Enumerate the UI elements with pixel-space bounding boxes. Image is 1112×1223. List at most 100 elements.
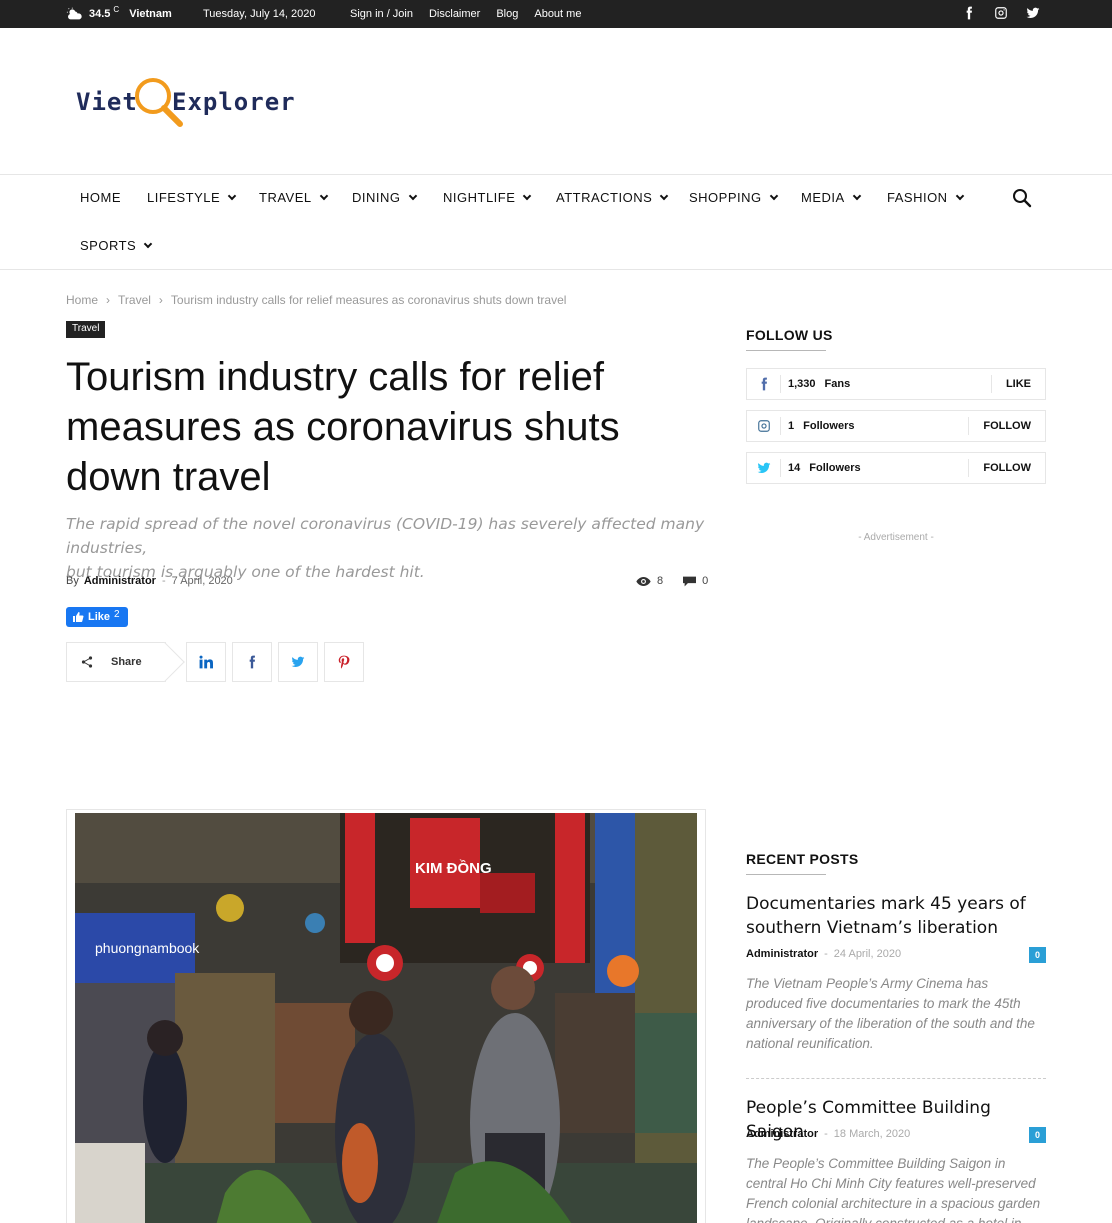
follow-us-title: FOLLOW US xyxy=(746,327,833,351)
weather-location: Vietnam xyxy=(129,8,172,20)
nav-item-shopping[interactable]: SHOPPING xyxy=(689,190,778,205)
twitter-icon[interactable] xyxy=(1026,6,1040,20)
excerpt-line: produced five documentaries to mark the … xyxy=(746,996,1021,1011)
top-link-about[interactable]: About me xyxy=(534,8,581,20)
twitter-icon xyxy=(757,462,770,474)
nav-item-fashion[interactable]: FASHION xyxy=(887,190,964,205)
chevron-down-icon xyxy=(227,191,237,200)
facebook-icon xyxy=(249,655,255,669)
nav-item-sports[interactable]: SPORTS xyxy=(80,238,153,253)
category-badge[interactable]: Travel xyxy=(66,321,106,338)
thumbs-up-icon xyxy=(73,612,84,622)
sign-phuongnam: phuongnambook xyxy=(95,940,200,956)
follow-label: Followers xyxy=(803,420,855,432)
breadcrumb: Home › Travel › Tourism industry calls f… xyxy=(66,293,566,307)
weather-widget: 34.5 C Vietnam xyxy=(66,4,172,21)
chevron-down-icon xyxy=(852,191,861,200)
excerpt-line: national reunification. xyxy=(746,1036,874,1051)
breadcrumb-current: Tourism industry calls for relief measur… xyxy=(170,293,567,307)
nav-label: TRAVEL xyxy=(259,190,312,205)
title-line: Tourism industry calls for relief xyxy=(66,355,604,399)
meta-dash: - xyxy=(161,575,166,587)
temperature-unit: C xyxy=(113,4,120,14)
top-link-blog[interactable]: Blog xyxy=(496,8,518,20)
excerpt-line: The Vietnam People’s Army Cinema has xyxy=(746,976,989,991)
article-stats: 8 0 xyxy=(636,575,708,587)
instagram-follow-action[interactable]: FOLLOW xyxy=(968,417,1045,435)
share-linkedin-button[interactable] xyxy=(186,642,226,682)
twitter-icon xyxy=(291,656,305,668)
recent-post-meta: Administrator 18 March, 2020 0 xyxy=(746,1127,1046,1143)
top-bar: 34.5 C Vietnam Tuesday, July 14, 2020 Si… xyxy=(0,0,1112,28)
nav-label: LIFESTYLE xyxy=(147,190,221,205)
by-label: By xyxy=(66,575,79,587)
article-meta: By Administrator - 7 April, 2020 xyxy=(66,575,233,587)
facebook-icon[interactable] xyxy=(962,6,976,20)
nav-item-travel[interactable]: TRAVEL xyxy=(259,190,328,205)
post-divider xyxy=(746,1078,1046,1079)
article-author[interactable]: Administrator xyxy=(84,575,156,587)
share-twitter-button[interactable] xyxy=(278,642,318,682)
site-logo[interactable]: Viet Explorer xyxy=(76,76,306,132)
recent-post-meta: Administrator 24 April, 2020 0 xyxy=(746,947,1046,963)
nav-label: DINING xyxy=(352,190,401,205)
top-social-icons xyxy=(962,6,1040,20)
subtitle-line: The rapid spread of the novel coronaviru… xyxy=(66,515,705,557)
advertisement-label: - Advertisement - xyxy=(858,532,934,543)
recent-post-title[interactable]: Documentaries mark 45 years of southern … xyxy=(746,892,1046,940)
breadcrumb-category[interactable]: Travel xyxy=(118,293,151,307)
nav-label: SHOPPING xyxy=(689,190,762,205)
title-line: down travel xyxy=(66,455,271,499)
sign-kimdong: KIM ĐỒNG xyxy=(415,859,492,877)
like-count: 2 xyxy=(114,608,120,620)
nav-item-home[interactable]: HOME xyxy=(80,190,121,205)
post-date: 24 April, 2020 xyxy=(824,948,901,960)
nav-label: FASHION xyxy=(887,190,948,205)
excerpt-line: The People’s Committee Building Saigon i… xyxy=(746,1156,1006,1171)
post-author[interactable]: Administrator xyxy=(746,1128,818,1140)
article-title: Tourism industry calls for relief measur… xyxy=(66,352,706,502)
follow-count: 1,330 xyxy=(788,378,816,390)
comment-icon[interactable] xyxy=(683,576,697,587)
excerpt-line: central Ho Chi Minh City features well-p… xyxy=(746,1176,1036,1191)
article-date: 7 April, 2020 xyxy=(171,575,233,587)
nav-item-attractions[interactable]: ATTRACTIONS xyxy=(556,190,669,205)
nav-item-media[interactable]: MEDIA xyxy=(801,190,861,205)
temperature: 34.5 xyxy=(89,8,111,20)
nav-label: MEDIA xyxy=(801,190,845,205)
post-comment-count[interactable]: 0 xyxy=(1029,1127,1046,1143)
logo-text-explorer: Explorer xyxy=(172,88,296,116)
post-author[interactable]: Administrator xyxy=(746,948,818,960)
nav-item-lifestyle[interactable]: LIFESTYLE xyxy=(147,190,237,205)
twitter-follow-action[interactable]: FOLLOW xyxy=(968,459,1045,477)
title-line: measures as coronavirus shuts xyxy=(66,405,620,449)
top-link-signin[interactable]: Sign in / Join xyxy=(350,8,413,20)
comment-count[interactable]: 0 xyxy=(702,575,708,587)
follow-count: 14 xyxy=(788,462,801,474)
nav-item-dining[interactable]: DINING xyxy=(352,190,417,205)
logo-text-viet: Viet xyxy=(76,88,138,116)
follow-row-instagram: 1 Followers FOLLOW xyxy=(746,410,1046,442)
share-label-box: Share xyxy=(66,642,166,682)
post-comment-count[interactable]: 0 xyxy=(1029,947,1046,963)
search-icon[interactable] xyxy=(1012,188,1032,208)
share-pinterest-button[interactable] xyxy=(324,642,364,682)
breadcrumb-separator: › xyxy=(158,293,163,307)
post-title-line: southern Vietnam’s liberation xyxy=(746,918,998,938)
recent-post-excerpt: The People’s Committee Building Saigon i… xyxy=(746,1154,1046,1223)
main-navigation: HOME LIFESTYLE TRAVEL DINING NIGHTLIFE A… xyxy=(0,174,1112,270)
top-link-disclaimer[interactable]: Disclaimer xyxy=(429,8,480,20)
facebook-like-action[interactable]: LIKE xyxy=(990,375,1045,393)
nav-item-nightlife[interactable]: NIGHTLIFE xyxy=(443,190,532,205)
share-facebook-button[interactable] xyxy=(232,642,272,682)
eye-icon xyxy=(636,576,651,586)
breadcrumb-home[interactable]: Home xyxy=(66,293,98,307)
book-street-photo: phuongnambook KIM ĐỒNG xyxy=(75,813,697,1223)
instagram-icon[interactable] xyxy=(994,6,1008,20)
facebook-like-button[interactable]: Like 2 xyxy=(66,607,128,627)
current-date: Tuesday, July 14, 2020 xyxy=(203,8,316,20)
weather-cloud-sun-icon xyxy=(66,7,82,20)
follow-label: Fans xyxy=(824,378,851,390)
chevron-down-icon xyxy=(143,239,153,248)
share-icon xyxy=(81,656,93,668)
